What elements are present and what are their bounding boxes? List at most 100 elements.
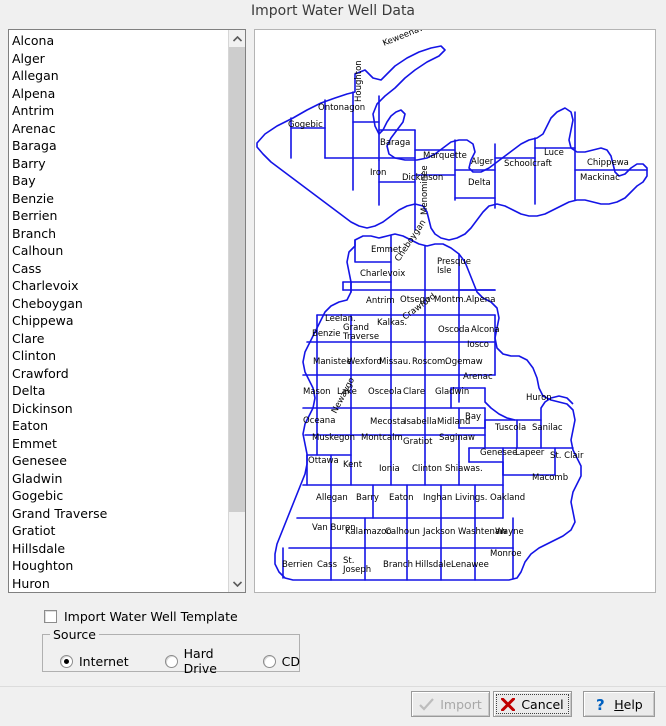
list-item[interactable]: Benzie [12, 190, 228, 208]
map-county-label: Branch [383, 560, 413, 570]
radio-internet-indicator[interactable] [60, 654, 73, 668]
map-county-label: Keweenaw [381, 30, 427, 49]
help-button[interactable]: ? Help [583, 691, 655, 717]
list-item[interactable]: Antrim [12, 102, 228, 120]
map-county-label: Baraga [380, 138, 410, 148]
map-county-label: Cass [317, 560, 338, 570]
list-item[interactable]: Allegan [12, 67, 228, 85]
source-radio-internet[interactable]: Internet [60, 654, 129, 669]
list-item[interactable]: Clinton [12, 347, 228, 365]
chevron-down-icon [232, 580, 242, 587]
import-template-label: Import Water Well Template [64, 609, 238, 624]
map-county-label: Kent [343, 460, 363, 470]
map-county-label: Monroe [490, 549, 522, 559]
map-county-label: Gogebic [288, 120, 323, 130]
map-county-label: Wayne [495, 527, 524, 537]
map-county-label: Menominee [420, 165, 430, 215]
list-item[interactable]: Alger [12, 50, 228, 68]
import-template-checkbox[interactable] [44, 610, 57, 623]
map-county-label: Ottawa [308, 456, 339, 466]
map-county-label: Clinton [412, 464, 442, 474]
list-item[interactable]: Emmet [12, 435, 228, 453]
list-item[interactable]: Hillsdale [12, 540, 228, 558]
list-item[interactable]: Huron [12, 575, 228, 593]
list-item[interactable]: Genesee [12, 452, 228, 470]
map-county-label: Ogemaw [445, 357, 483, 367]
map-county-label: Wexford [347, 357, 382, 367]
map-county-label: Luce [544, 148, 564, 158]
list-item[interactable]: Gladwin [12, 470, 228, 488]
map-county-label: Charlevoix [360, 269, 405, 279]
map-county-label: St. Joseph [342, 556, 371, 575]
list-item[interactable]: Barry [12, 155, 228, 173]
list-item[interactable]: Berrien [12, 207, 228, 225]
list-item[interactable]: Cheboygan [12, 295, 228, 313]
list-item[interactable]: Baraga [12, 137, 228, 155]
cancel-button-label: Cancel [521, 696, 564, 712]
source-radio-row: Internet Hard Drive CD [42, 646, 300, 676]
map-county-label: Genesee [480, 448, 517, 458]
list-item[interactable]: Chippewa [12, 312, 228, 330]
dialog-button-bar: Import Cancel ? Help [0, 686, 666, 726]
list-item[interactable]: Calhoun [12, 242, 228, 260]
map-county-label: Tuscola [494, 423, 526, 433]
list-item[interactable]: Clare [12, 330, 228, 348]
list-item[interactable]: Eaton [12, 417, 228, 435]
list-item[interactable]: Crawford [12, 365, 228, 383]
chevron-up-icon [232, 35, 242, 42]
list-item[interactable]: Delta [12, 382, 228, 400]
map-county-label: Berrien [282, 560, 313, 570]
map-county-label: Lenawee [451, 560, 489, 570]
map-county-label: Barry [356, 493, 379, 503]
list-item[interactable]: Houghton [12, 557, 228, 575]
svg-text:?: ? [596, 697, 605, 712]
michigan-county-map-panel[interactable]: Keweenaw Houghton Ontonagon Gogebic Baraga Ma… [254, 29, 656, 593]
map-county-label: Alpena [466, 295, 495, 305]
radio-hard-drive-indicator[interactable] [164, 654, 178, 668]
list-item[interactable]: Branch [12, 225, 228, 243]
county-list-items[interactable]: Alcona Alger Allegan Alpena Antrim Arenac Bara… [9, 30, 228, 592]
map-county-label: Antrim [366, 296, 395, 306]
list-item[interactable]: Bay [12, 172, 228, 190]
list-item[interactable]: Grand Traverse [12, 505, 228, 523]
import-template-checkbox-row[interactable]: Import Water Well Template [44, 609, 238, 624]
import-water-well-data-dialog: Import Water Well Data Alcona Alger Allega… [0, 0, 666, 726]
source-radio-cd[interactable]: CD [262, 654, 300, 669]
question-mark-icon: ? [596, 697, 605, 712]
scrollbar-thumb[interactable] [229, 47, 245, 512]
check-icon [419, 697, 435, 711]
map-county-label: Manistee [313, 357, 352, 367]
list-item[interactable]: Alpena [12, 85, 228, 103]
map-county-label: Alcona [471, 325, 500, 335]
list-item[interactable]: Gogebic [12, 487, 228, 505]
map-county-label: Schoolcraft [504, 159, 552, 169]
scroll-down-button[interactable] [229, 575, 245, 592]
map-county-label: Livings. [455, 493, 487, 503]
list-item[interactable]: Dickinson [12, 400, 228, 418]
list-item[interactable]: Arenac [12, 120, 228, 138]
list-item[interactable]: Charlevoix [12, 277, 228, 295]
scrollbar-track[interactable] [229, 47, 245, 575]
map-county-label: Mecosta [370, 417, 405, 427]
map-county-label: Grand Traverse [342, 323, 379, 342]
source-groupbox-legend: Source [50, 627, 99, 642]
map-county-label: Delta [468, 178, 491, 188]
map-county-label: Clare [403, 387, 425, 397]
map-county-label: Muskegon [312, 433, 355, 443]
scroll-up-button[interactable] [229, 30, 245, 47]
help-button-label: Help [614, 697, 643, 712]
map-county-label: Lapeer [515, 448, 545, 458]
county-listbox[interactable]: Alcona Alger Allegan Alpena Antrim Arenac Bara… [8, 29, 246, 593]
county-list-scrollbar[interactable] [228, 30, 245, 592]
map-county-label: Missau. [379, 357, 411, 367]
source-radio-hard-drive[interactable]: Hard Drive [164, 646, 237, 676]
list-item[interactable]: Gratiot [12, 522, 228, 540]
radio-cd-indicator[interactable] [262, 654, 276, 668]
map-county-label: Alger [471, 157, 494, 167]
list-item[interactable]: Cass [12, 260, 228, 278]
map-county-label: Oscoda [438, 325, 470, 335]
import-button[interactable]: Import [411, 691, 490, 717]
cancel-button[interactable]: Cancel [493, 691, 572, 717]
list-item[interactable]: Alcona [12, 32, 228, 50]
michigan-county-map[interactable]: Keweenaw HoughtonOntonagon Gogebic Baraga Ma… [255, 30, 655, 592]
